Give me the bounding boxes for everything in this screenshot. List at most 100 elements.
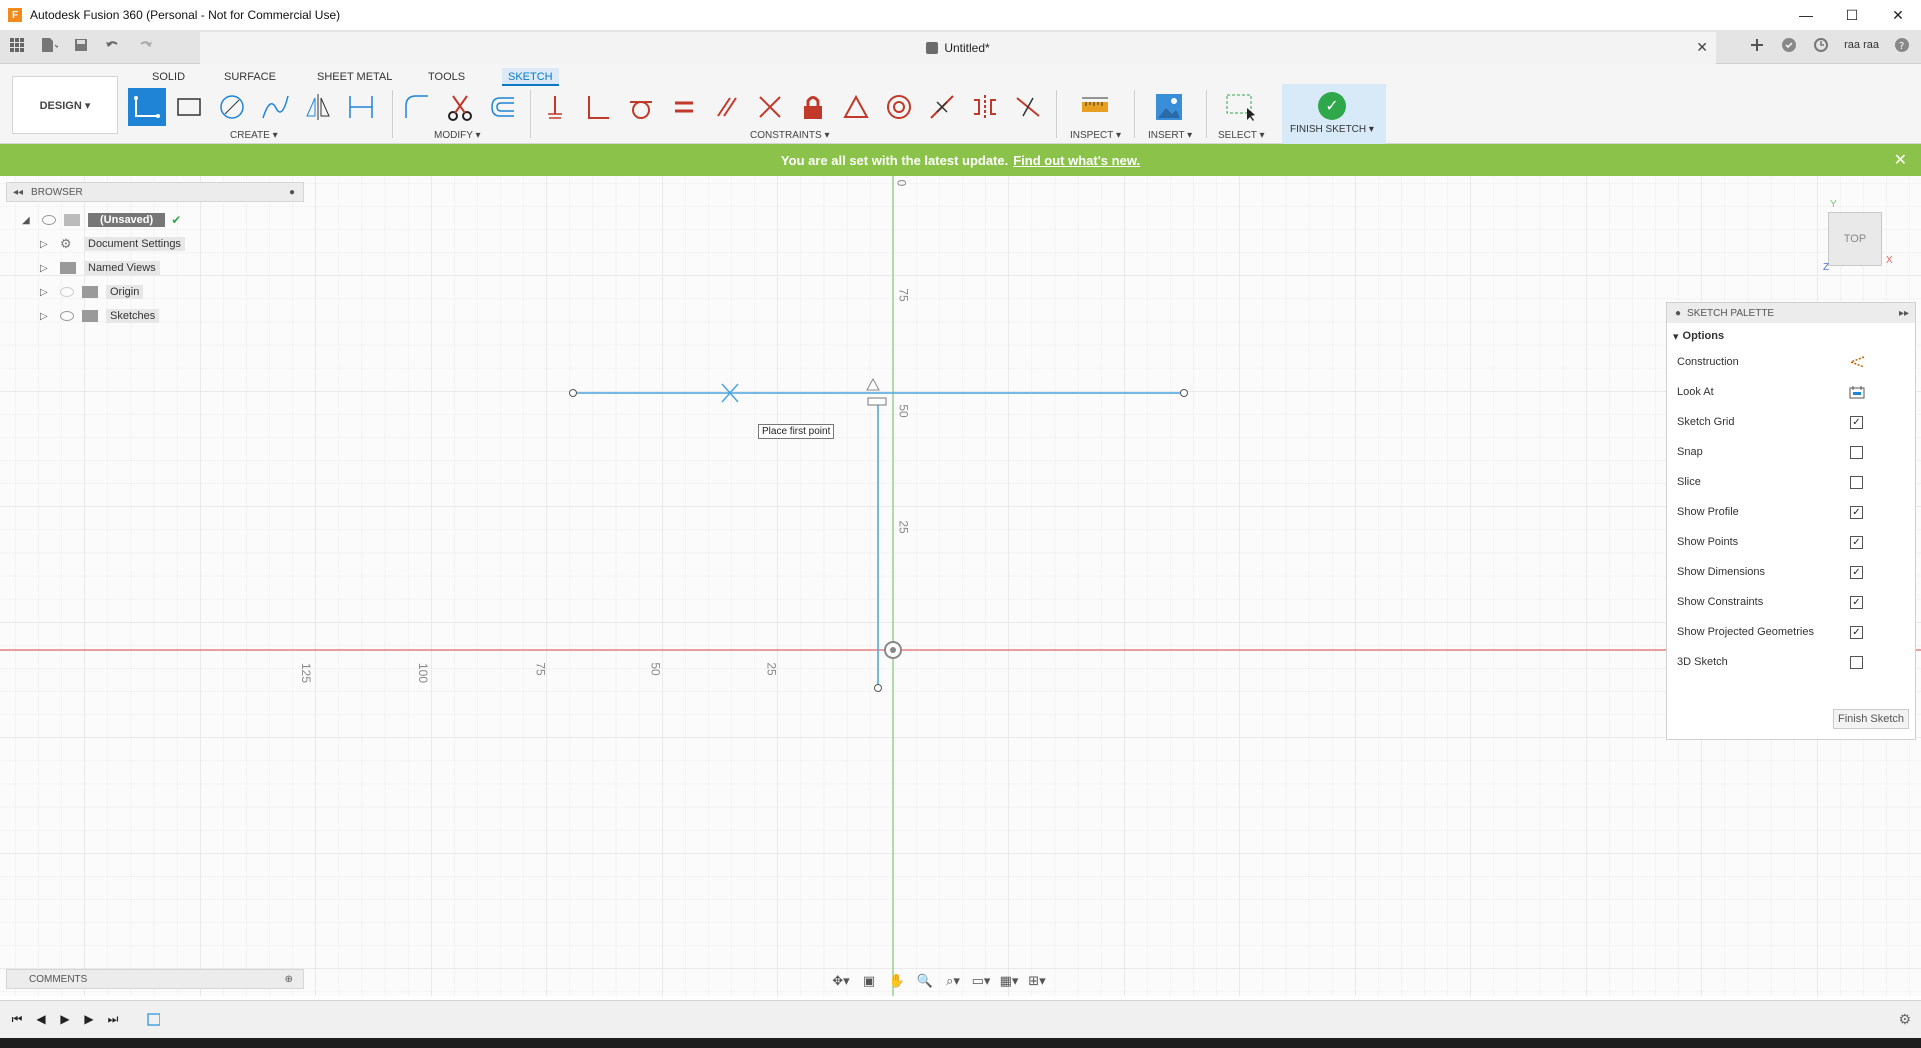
zoom-icon[interactable]: 🔍	[914, 972, 936, 990]
expand-triangle-icon[interactable]: ▷	[40, 311, 52, 322]
visibility-eye-icon[interactable]	[60, 287, 74, 297]
circle-tool-icon[interactable]	[213, 88, 251, 126]
timeline-play-icon[interactable]: ▶	[58, 1011, 72, 1027]
timeline-back-icon[interactable]: ◀	[34, 1011, 48, 1027]
user-account-name[interactable]: raa raa	[1844, 39, 1879, 51]
timeline-forward-icon[interactable]: ▶	[82, 1011, 96, 1027]
minimize-button[interactable]: —	[1783, 0, 1829, 30]
sketch-point[interactable]	[1180, 389, 1188, 397]
palette-option-sketch-grid[interactable]: Sketch Grid ✓	[1677, 411, 1905, 433]
insert-group-label[interactable]: INSERT ▾	[1148, 130, 1192, 141]
show-profile-checkbox[interactable]: ✓	[1850, 505, 1863, 519]
fit-zoom-icon[interactable]: ⌕▾	[942, 972, 964, 990]
help-icon[interactable]: ?	[1893, 36, 1911, 54]
window-select-icon[interactable]	[1222, 88, 1260, 126]
finish-sketch-panel[interactable]: ✓ FINISH SKETCH ▾	[1282, 84, 1386, 144]
timeline-end-icon[interactable]: ⏭	[106, 1011, 120, 1027]
palette-option-slice[interactable]: Slice	[1677, 471, 1905, 493]
equal-constraint-icon[interactable]	[665, 88, 703, 126]
slice-checkbox[interactable]	[1850, 475, 1863, 489]
dimension-tool-icon[interactable]	[342, 88, 380, 126]
midpoint-constraint-icon[interactable]	[923, 88, 961, 126]
job-status-icon[interactable]	[1780, 36, 1798, 54]
tab-surface[interactable]: SURFACE	[218, 68, 282, 86]
tab-tools[interactable]: TOOLS	[422, 68, 471, 86]
trim-scissors-icon[interactable]	[441, 88, 479, 126]
look-at-icon[interactable]	[1849, 385, 1865, 399]
sketch-point[interactable]	[874, 684, 882, 692]
timeline-sketch-feature-icon[interactable]	[146, 1011, 160, 1027]
document-tab[interactable]: Untitled* ✕	[200, 32, 1716, 64]
look-at-nav-icon[interactable]: ▣	[858, 972, 880, 990]
palette-option-look-at[interactable]: Look At	[1677, 381, 1905, 403]
palette-option-construction[interactable]: Construction	[1677, 351, 1905, 373]
palette-option-show-profile[interactable]: Show Profile ✓	[1677, 501, 1905, 523]
modify-group-label[interactable]: MODIFY ▾	[434, 130, 481, 141]
show-dimensions-checkbox[interactable]: ✓	[1850, 565, 1863, 579]
file-menu-icon[interactable]	[40, 36, 58, 54]
offset-tool-icon[interactable]	[484, 88, 522, 126]
snap-checkbox[interactable]	[1850, 445, 1863, 459]
palette-option-show-constraints[interactable]: Show Constraints ✓	[1677, 591, 1905, 613]
browser-item-root[interactable]: ◢ (Unsaved) ✔	[22, 210, 181, 230]
line-tool-button[interactable]	[128, 88, 166, 126]
workspace-switcher-button[interactable]: DESIGN ▾	[12, 76, 118, 134]
viewcube[interactable]: TOP	[1828, 212, 1882, 266]
palette-option-show-projected-geometries[interactable]: Show Projected Geometries ✓	[1677, 621, 1905, 643]
measure-ruler-icon[interactable]	[1076, 88, 1114, 126]
add-comment-icon[interactable]: ⊕	[285, 974, 293, 985]
collapse-triangle-icon[interactable]: ◢	[22, 215, 34, 226]
finish-sketch-check-icon[interactable]: ✓	[1318, 92, 1346, 120]
collapse-triangle-icon[interactable]: ▾	[1673, 330, 1679, 343]
banner-close-icon[interactable]: ✕	[1894, 150, 1907, 170]
active-component-icon[interactable]: ✔	[171, 213, 181, 227]
browser-item-origin[interactable]: ▷ Origin	[40, 282, 144, 302]
horizontal-vertical-constraint-icon[interactable]	[536, 88, 574, 126]
grid-settings-icon[interactable]: ▦▾	[998, 972, 1020, 990]
show-projected-geometries-checkbox[interactable]: ✓	[1850, 625, 1863, 639]
tab-sketch[interactable]: SKETCH	[502, 68, 559, 86]
viewports-icon[interactable]: ⊞▾	[1026, 972, 1048, 990]
palette-expand-icon[interactable]: ▸▸	[1899, 308, 1909, 319]
palette-minimize-icon[interactable]: ●	[1675, 308, 1681, 319]
construction-icon[interactable]	[1849, 355, 1865, 369]
palette-finish-sketch-button[interactable]: Finish Sketch	[1832, 709, 1909, 729]
concentric-constraint-icon[interactable]	[880, 88, 918, 126]
notifications-clock-icon[interactable]	[1812, 36, 1830, 54]
rectangle-tool-icon[interactable]	[170, 88, 208, 126]
browser-item-document-settings[interactable]: ▷ ⚙ Document Settings	[40, 234, 185, 254]
collapse-panel-icon[interactable]: ◂◂	[13, 187, 23, 198]
data-panel-grid-icon[interactable]	[8, 36, 26, 54]
show-points-checkbox[interactable]: ✓	[1850, 535, 1863, 549]
arc-spline-tool-icon[interactable]	[256, 88, 294, 126]
symmetry-constraint-icon[interactable]	[966, 88, 1004, 126]
palette-option-show-points[interactable]: Show Points ✓	[1677, 531, 1905, 553]
palette-option-snap[interactable]: Snap	[1677, 441, 1905, 463]
insert-image-icon[interactable]	[1150, 88, 1188, 126]
display-settings-icon[interactable]: ▭▾	[970, 972, 992, 990]
expand-triangle-icon[interactable]: ▷	[40, 263, 52, 274]
3d-sketch-checkbox[interactable]	[1850, 655, 1863, 669]
finish-sketch-label[interactable]: FINISH SKETCH ▾	[1290, 124, 1374, 135]
collinear-constraint-icon[interactable]	[1009, 88, 1047, 126]
browser-item-sketches[interactable]: ▷ Sketches	[40, 306, 160, 326]
orbit-icon[interactable]: ✥▾	[830, 972, 852, 990]
document-tab-close-icon[interactable]: ✕	[1696, 39, 1708, 56]
sketch-point[interactable]	[569, 389, 577, 397]
create-group-label[interactable]: CREATE ▾	[230, 130, 278, 141]
coincident-cross-constraint-icon[interactable]	[751, 88, 789, 126]
tangent-constraint-icon[interactable]	[622, 88, 660, 126]
timeline-settings-gear-icon[interactable]: ⚙	[1898, 1011, 1911, 1028]
timeline-start-icon[interactable]: ⏮	[10, 1011, 24, 1027]
visibility-eye-icon[interactable]	[60, 311, 74, 321]
visibility-eye-icon[interactable]	[42, 215, 56, 225]
select-group-label[interactable]: SELECT ▾	[1218, 130, 1265, 141]
constraints-group-label[interactable]: CONSTRAINTS ▾	[750, 130, 829, 141]
tab-solid[interactable]: SOLID	[146, 68, 191, 86]
palette-option-3d-sketch[interactable]: 3D Sketch	[1677, 651, 1905, 673]
fillet-tool-icon[interactable]	[398, 88, 436, 126]
mirror-tool-icon[interactable]	[299, 88, 337, 126]
perpendicular-constraint-icon[interactable]	[579, 88, 617, 126]
triangle-constraint-icon[interactable]	[837, 88, 875, 126]
maximize-button[interactable]: ☐	[1829, 0, 1875, 30]
